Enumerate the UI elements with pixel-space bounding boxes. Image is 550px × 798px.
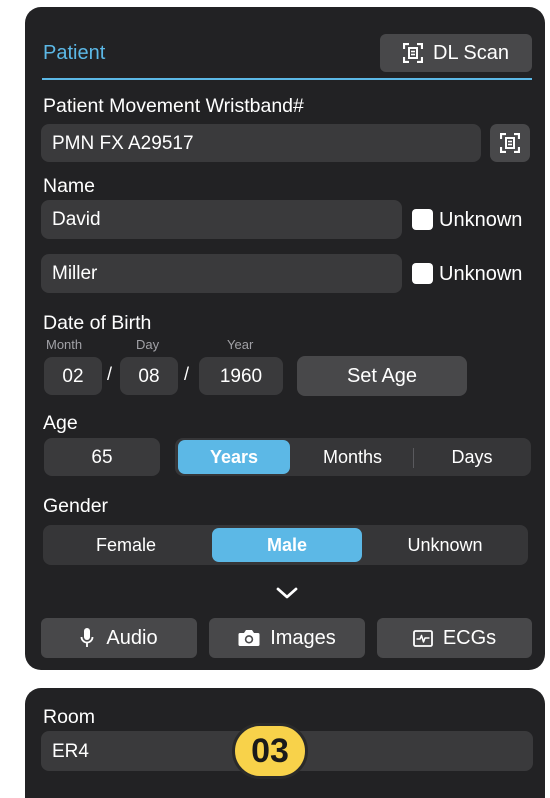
dob-year-field[interactable]: 1960 [199,357,283,395]
set-age-label: Set Age [346,364,418,387]
first-name-field[interactable]: David [41,200,402,239]
set-age-button[interactable]: Set Age [297,356,467,396]
dob-year-label: Year [227,337,254,352]
dl-scan-button[interactable]: DL Scan [380,34,532,72]
dob-year-value: 1960 [219,365,263,387]
ecg-icon [412,629,433,647]
dl-scan-label: DL Scan [433,41,509,64]
gender-option-male[interactable]: Male [212,528,362,562]
dob-month-value: 02 [62,365,84,387]
room-value: ER4 [52,740,89,762]
camera-icon [238,629,260,647]
dob-day-value: 08 [138,365,160,387]
age-field[interactable]: 65 [44,438,160,476]
room-label: Room [43,706,96,728]
ecgs-label: ECGs [442,626,497,649]
first-name-unknown-checkbox[interactable] [412,209,433,230]
first-name-value: David [52,209,101,230]
gender-option-female[interactable]: Female [46,528,206,562]
header-divider [42,78,532,80]
scan-icon [500,133,520,153]
audio-label: Audio [106,626,158,649]
age-unit-days[interactable]: Days [416,440,528,474]
last-name-unknown-checkbox[interactable] [412,263,433,284]
wristband-field[interactable]: PMN FX A29517 [41,124,481,162]
name-label: Name [43,175,96,197]
wristband-label: Patient Movement Wristband# [43,95,304,117]
ecgs-button[interactable]: ECGs [377,618,532,658]
gender-label: Gender [43,495,109,517]
dob-month-label: Month [46,337,83,352]
age-label: Age [43,412,78,434]
dob-day-field[interactable]: 08 [120,357,178,395]
dob-month-field[interactable]: 02 [44,357,102,395]
dob-label: Date of Birth [43,312,152,334]
scan-icon [403,43,424,63]
last-name-field[interactable]: Miller [41,254,402,293]
dob-separator: / [184,364,190,384]
dob-separator: / [107,364,113,384]
segment-divider [413,448,414,468]
images-button[interactable]: Images [209,618,365,658]
first-name-unknown-label: Unknown [439,209,523,231]
last-name-unknown-label: Unknown [439,263,523,285]
age-unit-months[interactable]: Months [295,440,410,474]
microphone-icon [80,628,94,648]
chevron-down-icon[interactable] [275,584,299,602]
gender-option-unknown[interactable]: Unknown [365,528,525,562]
last-name-value: Miller [52,263,98,284]
wristband-scan-button[interactable] [490,124,530,162]
step-number-text: 03 [251,731,289,770]
section-title-patient: Patient [43,42,106,64]
images-label: Images [270,626,336,649]
audio-button[interactable]: Audio [41,618,197,658]
step-number-badge: 03 [232,723,308,779]
dob-day-label: Day [136,337,160,352]
age-value: 65 [91,446,113,468]
age-unit-years[interactable]: Years [178,440,290,474]
wristband-value: PMN FX A29517 [52,132,194,154]
